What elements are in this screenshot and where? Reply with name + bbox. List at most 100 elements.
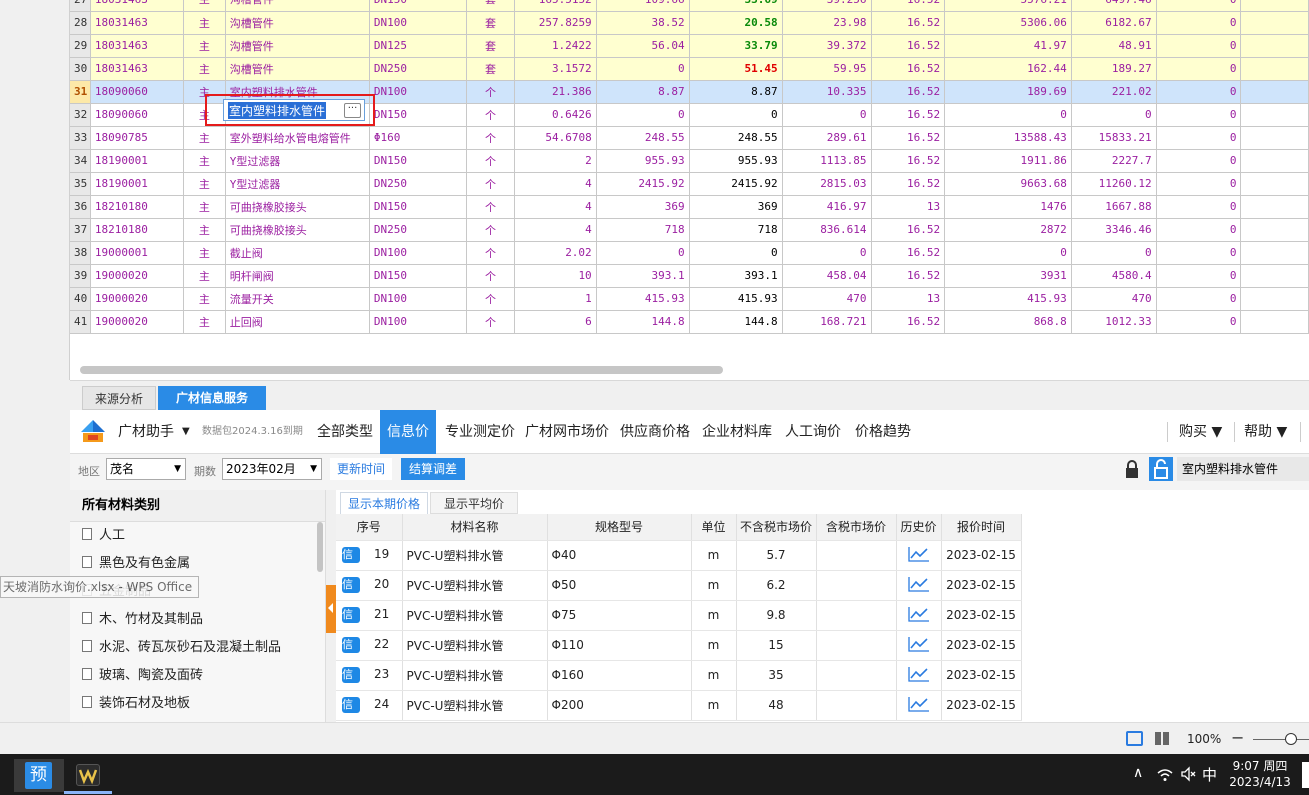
cell-qty[interactable]: 4 [514,195,597,219]
cell-code[interactable]: 18090785 [90,126,184,150]
tab-current-price[interactable]: 显示本期价格 [340,492,428,514]
col-no[interactable]: 序号 [336,514,403,541]
period-select[interactable]: 2023年02月 ▼ [222,458,322,480]
cell-a1[interactable]: 189.69 [944,80,1072,104]
cell-p1[interactable]: 393.1 [596,264,690,288]
result-spec[interactable]: Φ200 [547,690,692,721]
category-item[interactable]: 人工 [70,522,325,550]
tab-info-service[interactable]: 广材信息服务 [158,386,266,410]
cell-unit[interactable]: 个 [466,126,515,150]
cell-qty[interactable]: 21.386 [514,80,597,104]
cell-a2[interactable]: 6497.46 [1071,0,1157,12]
cell-name[interactable]: 截止阀 [225,241,370,265]
result-history[interactable] [896,660,942,691]
sheet-row[interactable]: 40 19000020 主流量开关 DN100 个 1 415.93 415.93 470 13 4… [70,287,1309,311]
cell-unit[interactable]: 套 [466,11,515,35]
result-history[interactable] [896,690,942,721]
sheet-row[interactable]: 41 19000020 主止回阀 DN100 个 6 144.8 144.8 168.721 16… [70,310,1309,334]
cell-empty[interactable] [1240,57,1309,81]
result-spec[interactable]: Φ160 [547,660,692,691]
cell-empty[interactable] [1240,0,1309,12]
cell-p3[interactable]: 23.98 [782,11,872,35]
cell-main[interactable]: 主 [183,264,226,288]
result-history[interactable] [896,540,942,571]
cell-unit[interactable]: 个 [466,241,515,265]
result-tax-price[interactable] [816,660,897,691]
cell-p2[interactable]: 8.87 [689,80,783,104]
trend-chart-icon[interactable] [907,696,930,712]
buy-menu[interactable]: 购买 ▼ [1179,410,1222,454]
cell-tax[interactable]: 16.52 [871,34,946,58]
cell-empty[interactable] [1240,218,1309,242]
row-number[interactable]: 40 [70,287,91,311]
cell-a2[interactable]: 1012.33 [1071,310,1157,334]
cell-a2[interactable]: 11260.12 [1071,172,1157,196]
cell-z[interactable]: 0 [1156,241,1242,265]
cell-p2[interactable]: 0 [689,103,783,127]
category-item[interactable]: 装饰石材及地板 [70,690,325,718]
cell-p2[interactable]: 33.79 [689,34,783,58]
result-tax-price[interactable] [816,690,897,721]
row-number[interactable]: 27 [70,0,91,12]
cell-p2[interactable]: 2415.92 [689,172,783,196]
cell-p1[interactable]: 109.66 [596,0,690,12]
trend-chart-icon[interactable] [907,666,930,682]
trend-chart-icon[interactable] [907,546,930,562]
update-time-button[interactable]: 更新时间 [330,458,392,480]
wifi-icon[interactable] [1157,767,1173,781]
cell-p3[interactable]: 10.335 [782,80,872,104]
sheet-grid[interactable]: 2718031463主沟槽管件DN150套165.5152109.6633.69… [70,0,1309,334]
cell-code[interactable]: 18210180 [90,195,184,219]
result-row[interactable]: 信 22 PVC-U塑料排水管 Φ110 m 15 2023-02-15 [336,630,1022,661]
cell-a1[interactable]: 0 [944,103,1072,127]
result-row[interactable]: 信 20 PVC-U塑料排水管 Φ50 m 6.2 2023-02-15 [336,570,1022,601]
cell-main[interactable]: 主 [183,149,226,173]
lock-icon[interactable] [1124,459,1140,479]
nav-enterprise-library[interactable]: 企业材料库 [702,410,772,454]
result-row[interactable]: 信 23 PVC-U塑料排水管 Φ160 m 35 2023-02-15 [336,660,1022,691]
cell-z[interactable]: 0 [1156,149,1242,173]
cell-p2[interactable]: 393.1 [689,264,783,288]
category-item[interactable]: 黑色及有色金属 [70,550,325,578]
cell-code[interactable]: 18031463 [90,11,184,35]
cell-p1[interactable]: 369 [596,195,690,219]
cell-code[interactable]: 18090060 [90,103,184,127]
cell-a2[interactable]: 0 [1071,241,1157,265]
cell-a1[interactable]: 415.93 [944,287,1072,311]
cell-name[interactable]: 可曲挠橡胶接头 [225,195,370,219]
taskbar-clock[interactable]: 9:07 周四 2023/4/13 [1224,758,1296,790]
sheet-row[interactable]: 2718031463主沟槽管件DN150套165.5152109.6633.69… [70,0,1309,12]
cell-p2[interactable]: 369 [689,195,783,219]
result-history[interactable] [896,600,942,631]
col-history[interactable]: 历史价 [896,514,942,541]
cell-tax[interactable]: 16.52 [871,126,946,150]
cell-code[interactable]: 18190001 [90,172,184,196]
cell-a2[interactable]: 0 [1071,103,1157,127]
zoom-slider-thumb[interactable] [1285,733,1297,745]
info-badge[interactable]: 信 [342,607,360,623]
nav-labor-inquiry[interactable]: 人工询价 [785,410,841,454]
row-number[interactable]: 33 [70,126,91,150]
row-number[interactable]: 29 [70,34,91,58]
cell-name[interactable]: 室外塑料给水管电熔管件 [225,126,370,150]
cell-spec[interactable]: DN100 [369,310,467,334]
cell-z[interactable]: 0 [1156,264,1242,288]
result-row[interactable]: 信 21 PVC-U塑料排水管 Φ75 m 9.8 2023-02-15 [336,600,1022,631]
nav-market-price[interactable]: 广材网市场价 [525,410,609,454]
row-number[interactable]: 39 [70,264,91,288]
cell-z[interactable]: 0 [1156,126,1242,150]
cell-p3[interactable]: 2815.03 [782,172,872,196]
help-menu[interactable]: 帮助 ▼ [1244,410,1287,454]
row-number[interactable]: 35 [70,172,91,196]
result-price[interactable]: 15 [736,630,817,661]
cell-qty[interactable]: 1 [514,287,597,311]
cell-p1[interactable]: 38.52 [596,11,690,35]
result-price[interactable]: 35 [736,660,817,691]
cell-code[interactable]: 18031463 [90,0,184,12]
cell-name[interactable]: Y型过滤器 [225,149,370,173]
cell-tax[interactable]: 16.52 [871,103,946,127]
result-tax-price[interactable] [816,600,897,631]
cell-qty[interactable]: 4 [514,218,597,242]
cell-qty[interactable]: 1.2422 [514,34,597,58]
cell-p3[interactable]: 39.256 [782,0,872,12]
